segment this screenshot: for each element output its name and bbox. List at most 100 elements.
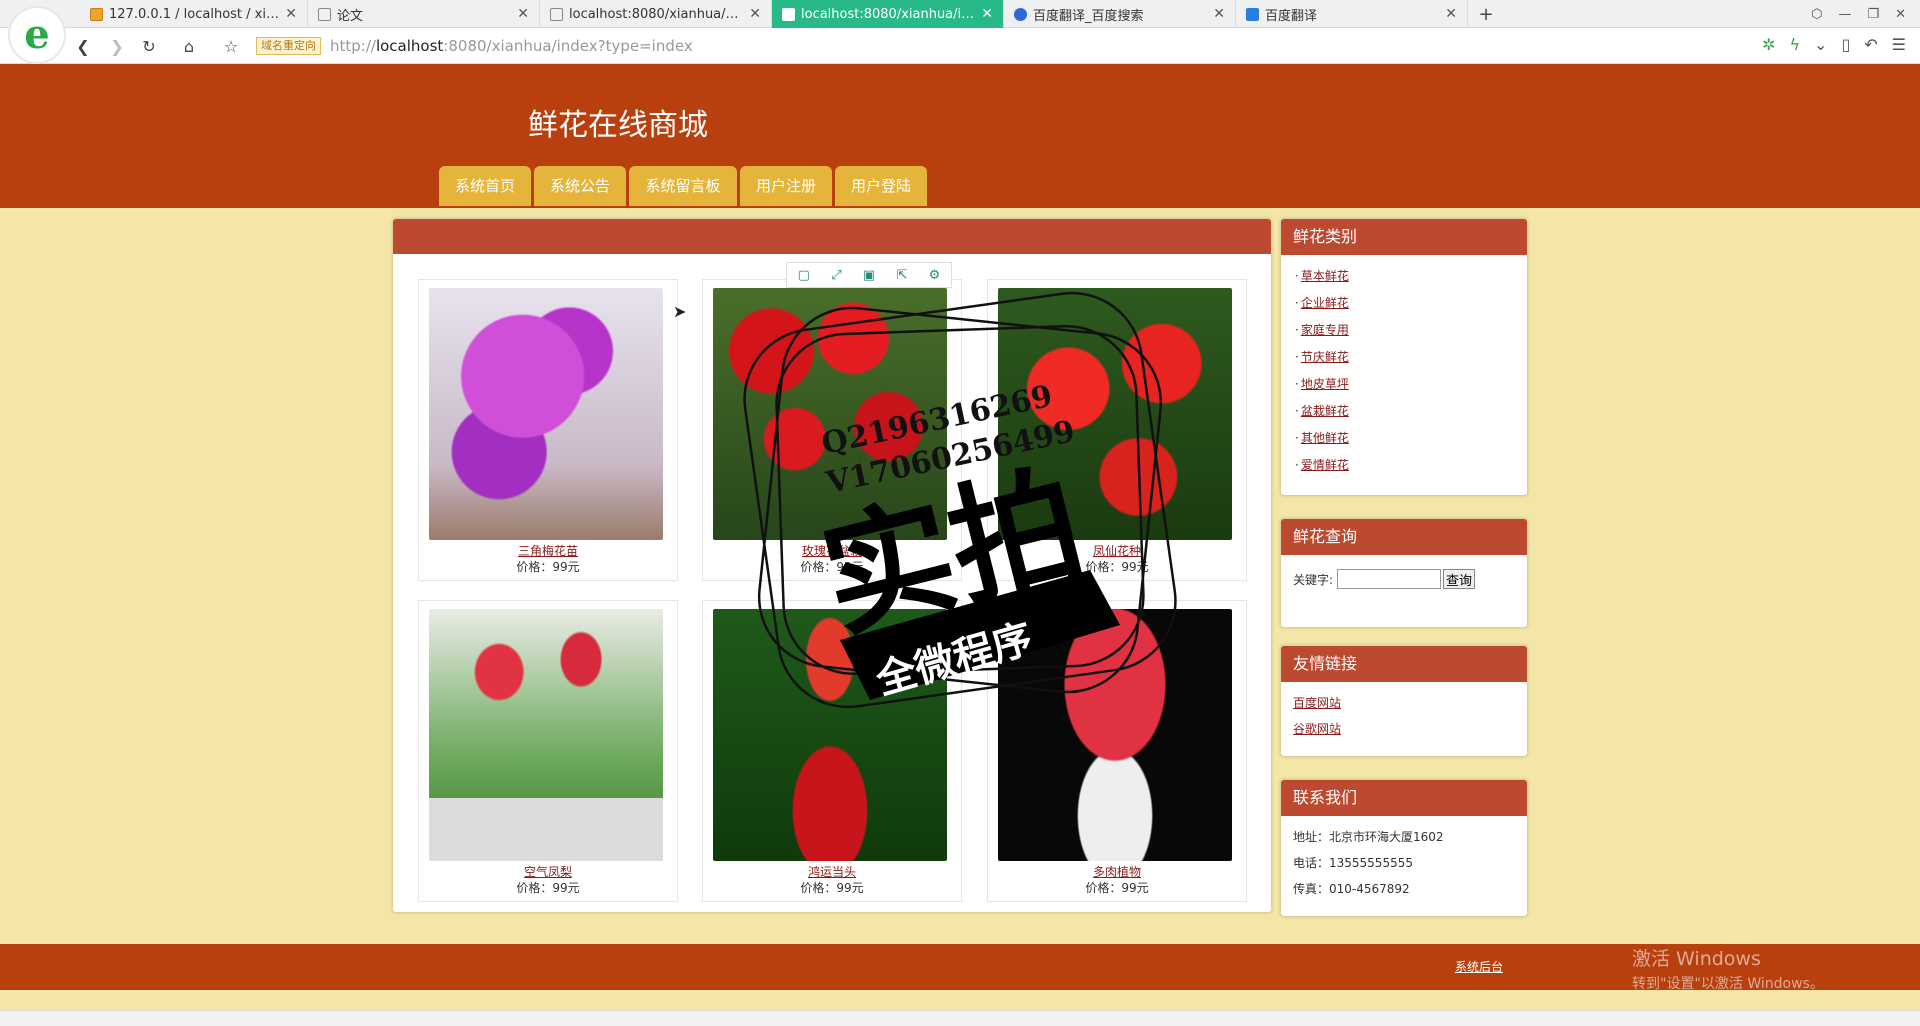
product-card[interactable]: 空气凤梨 价格：99元 [418,600,678,902]
reload-icon[interactable]: ↻ [138,35,160,57]
close-icon[interactable]: ✕ [1445,6,1457,22]
product-price: 价格：99元 [800,560,864,574]
search-input[interactable] [1337,569,1442,589]
friend-link[interactable]: 百度网站 [1293,694,1527,720]
contact-box: 联系我们 地址：北京市环海大厦1602 电话：13555555555 传真：01… [1280,779,1528,917]
tab-admin[interactable]: localhost:8080/xianhua/admin ✕ [540,0,772,28]
product-price: 价格：99元 [516,560,580,574]
product-image[interactable] [429,609,663,861]
nav-login[interactable]: 用户登陆 [835,166,927,206]
category-link[interactable]: 爱情鲜花 [1301,458,1349,472]
tab-title: 论文 [337,8,364,24]
star-icon[interactable]: ☆ [220,35,242,57]
product-card[interactable]: 鸿运当头 价格：99元 [702,600,962,902]
product-image[interactable] [429,288,663,540]
share-icon[interactable]: ⇱ [896,268,907,283]
close-icon[interactable]: ✕ [981,6,993,22]
url-field[interactable]: http://localhost:8080/xianhua/index?type… [330,37,693,55]
expand-icon[interactable]: ⤢ [831,268,841,283]
contact-title: 联系我们 [1281,780,1527,816]
product-price: 价格：99元 [1085,881,1149,895]
product-name[interactable]: 多肉植物 [988,863,1246,880]
address-bar-tools: ✲ ϟ ⌄ ▯ ↶ ☰ [1762,35,1906,54]
product-name[interactable]: 三角梅花苗 [419,542,677,559]
product-card[interactable]: 多肉植物 价格：99元 [987,600,1247,902]
list-item: · 地皮草坪 [1295,377,1349,391]
product-name[interactable]: 空气凤梨 [419,863,677,880]
tab-paper[interactable]: 论文 ✕ [308,0,540,28]
lightning-icon[interactable]: ϟ [1789,35,1800,54]
browser-logo-icon[interactable]: e [8,6,66,64]
nav-register[interactable]: 用户注册 [740,166,832,206]
chevron-down-icon[interactable]: ⌄ [1814,35,1827,54]
links-title: 友情链接 [1281,646,1527,682]
forward-icon[interactable]: ❯ [106,35,128,57]
links-box: 友情链接 百度网站 谷歌网站 [1280,645,1528,757]
search-row: 关键字: 查询 [1281,555,1527,589]
admin-link[interactable]: 系统后台 [1455,958,1503,975]
save-icon[interactable]: ▣ [863,268,875,283]
copy-icon[interactable]: ▢ [798,268,810,283]
minimize-icon[interactable]: — [1838,7,1851,22]
search-button[interactable]: 查询 [1443,569,1476,589]
product-image[interactable] [713,288,947,540]
browser-tab-bar: 127.0.0.1 / localhost / xianhua ✕ 论文 ✕ l… [0,0,1920,28]
category-link[interactable]: 家庭专用 [1301,323,1349,337]
category-box: 鲜花类别 · 草本鲜花 · 企业鲜花 · 家庭专用 · 节庆鲜花 · 地皮草坪 · 盆栽鲜花… [1280,218,1528,496]
product-card[interactable]: 玫瑰花盆栽 价格：99元 [702,279,962,581]
close-icon[interactable]: ✕ [749,6,761,22]
close-icon[interactable]: ✕ [517,6,529,22]
category-link[interactable]: 草本鲜花 [1301,269,1349,283]
category-link[interactable]: 节庆鲜花 [1301,350,1349,364]
restore-icon[interactable]: ❐ [1867,7,1879,22]
tab-baidu-fanyi[interactable]: 百度翻译 ✕ [1236,0,1468,28]
back-icon[interactable]: ❮ [72,35,94,57]
product-card[interactable]: 三角梅花苗 价格：99元 [418,279,678,581]
list-item: · 家庭专用 [1295,323,1349,337]
tab-phpmyadmin[interactable]: 127.0.0.1 / localhost / xianhua ✕ [80,0,308,28]
product-price: 价格：99元 [800,881,864,895]
category-link[interactable]: 企业鲜花 [1301,296,1349,310]
product-name[interactable]: 玫瑰花盆栽 [703,542,961,559]
tab-title: localhost:8080/xianhua/admin [569,6,743,22]
close-icon[interactable]: ✕ [285,6,297,22]
redirect-badge: 域名重定向 [256,37,321,55]
product-name[interactable]: 鸿运当头 [703,863,961,880]
nav-guestbook[interactable]: 系统留言板 [629,166,737,206]
list-item: · 其他鲜花 [1295,431,1349,445]
nav-home[interactable]: 系统首页 [439,166,531,206]
close-icon[interactable]: ✕ [1213,6,1225,22]
close-window-icon[interactable]: ✕ [1895,7,1906,22]
nav-notice[interactable]: 系统公告 [534,166,626,206]
fanyi-icon [1246,7,1259,21]
contact-info: 地址：北京市环海大厦1602 电话：13555555555 传真：010-456… [1281,816,1527,906]
activation-hint: 转到"设置"以激活 Windows。 [1632,976,1824,992]
main-nav: 系统首页 系统公告 系统留言板 用户注册 用户登陆 [439,166,927,206]
friend-link[interactable]: 谷歌网站 [1293,720,1527,746]
tab-index-active[interactable]: localhost:8080/xianhua/index ✕ [772,0,1004,28]
product-image[interactable] [998,288,1232,540]
site-title: 鲜花在线商城 [528,108,708,143]
product-card[interactable]: 凤仙花种 价格：99元 [987,279,1247,581]
gear-icon[interactable]: ⚙ [929,268,941,283]
skin-icon[interactable]: ⬡ [1811,7,1822,22]
product-panel: 三角梅花苗 价格：99元 玫瑰花盆栽 价格：99元 凤仙花种 价格：99元 空气… [392,218,1272,913]
tab-baidu-search[interactable]: 百度翻译_百度搜索 ✕ [1004,0,1236,28]
menu-icon[interactable]: ☰ [1892,35,1906,54]
bookmark-icon[interactable]: ▯ [1841,35,1850,54]
product-panel-header [393,219,1271,254]
activation-title: 激活 Windows [1632,948,1761,970]
category-title: 鲜花类别 [1281,219,1527,255]
category-link[interactable]: 盆栽鲜花 [1301,404,1349,418]
category-link[interactable]: 地皮草坪 [1301,377,1349,391]
shield-icon[interactable]: ✲ [1762,35,1775,54]
url-prefix: http:// [330,37,376,55]
category-link[interactable]: 其他鲜花 [1301,431,1349,445]
page-icon [782,7,795,21]
new-tab-button[interactable]: + [1472,0,1500,28]
undo-icon[interactable]: ↶ [1864,35,1877,54]
home-icon[interactable]: ⌂ [178,35,200,57]
product-image[interactable] [713,609,947,861]
product-name[interactable]: 凤仙花种 [988,542,1246,559]
product-image[interactable] [998,609,1232,861]
